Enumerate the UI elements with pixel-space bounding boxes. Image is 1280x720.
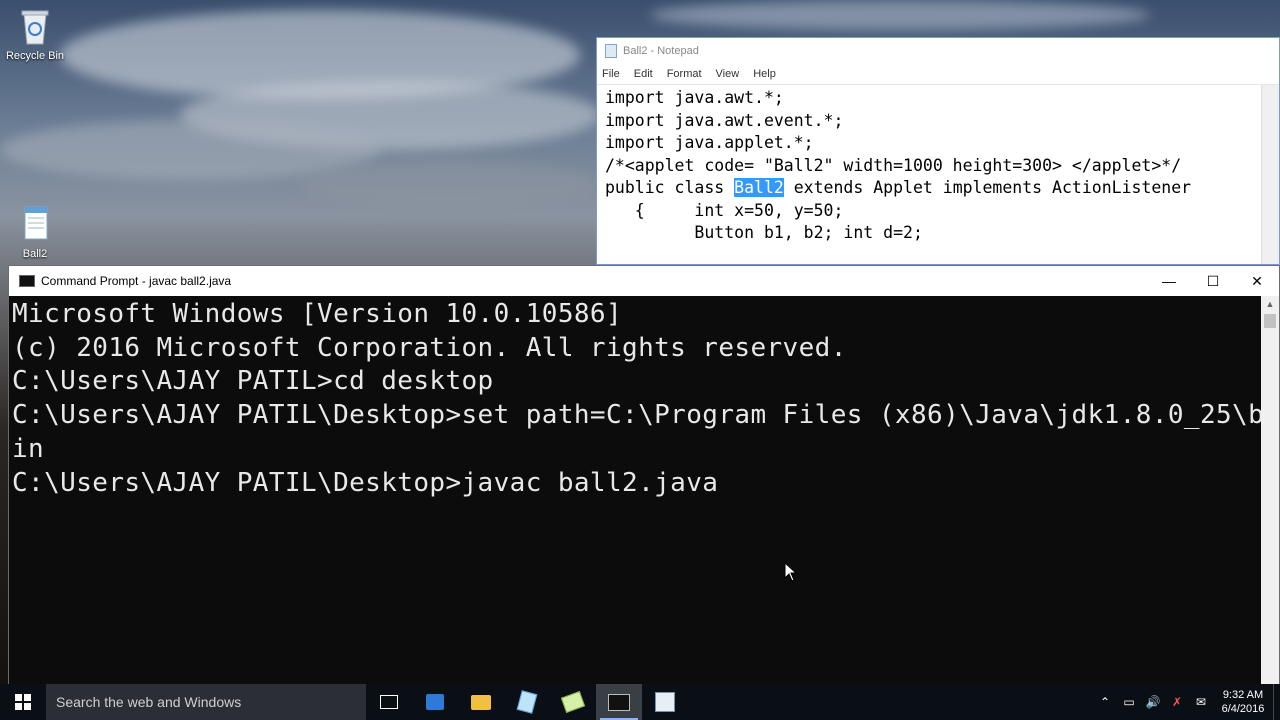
notepad-icon xyxy=(516,690,538,714)
console-line: in xyxy=(12,433,45,464)
code-line: import java.applet.*; xyxy=(605,133,814,152)
notepad-icon xyxy=(560,691,586,713)
network-icon[interactable]: ✗ xyxy=(1165,695,1189,709)
desktop-icon-label: Ball2 xyxy=(22,248,48,260)
cmd-scrollbar[interactable]: ▲ xyxy=(1261,296,1279,684)
notepad-title: Ball2 - Notepad xyxy=(623,45,699,57)
scrollbar-thumb[interactable] xyxy=(1264,314,1276,328)
code-text: public class xyxy=(605,178,735,197)
taskbar-store[interactable] xyxy=(412,684,458,720)
battery-icon[interactable]: ▭ xyxy=(1117,695,1141,709)
taskbar-file-explorer[interactable] xyxy=(458,684,504,720)
close-button[interactable]: ✕ xyxy=(1235,266,1279,296)
selected-text: Ball2 xyxy=(734,178,784,197)
notepad-text-area[interactable]: import java.awt.*; import java.awt.event.… xyxy=(597,85,1279,247)
code-line-class: public class Ball2 extends Applet implem… xyxy=(605,177,1271,200)
menu-help[interactable]: Help xyxy=(753,68,776,80)
taskbar-notepad-2[interactable] xyxy=(550,684,596,720)
console-output[interactable]: Microsoft Windows [Version 10.0.10586] (c… xyxy=(12,296,1265,684)
console-line: Microsoft Windows [Version 10.0.10586] xyxy=(12,299,623,329)
windows-logo-icon xyxy=(15,694,31,710)
notepad-file-icon xyxy=(18,204,52,244)
code-text: extends Applet implements ActionListener xyxy=(783,178,1192,197)
show-desktop-button[interactable] xyxy=(1273,684,1280,720)
task-view-button[interactable] xyxy=(366,684,412,720)
notepad-menu-bar: File Edit Format View Help xyxy=(597,64,1279,85)
notepad-scrollbar[interactable] xyxy=(1261,85,1279,264)
mouse-cursor-icon xyxy=(784,561,798,587)
window-controls: — ☐ ✕ xyxy=(1147,266,1279,296)
recycle-bin-icon xyxy=(18,6,52,46)
search-placeholder: Search the web and Windows xyxy=(56,694,242,710)
scroll-up-arrow-icon[interactable]: ▲ xyxy=(1261,296,1279,313)
cmd-title: Command Prompt - javac ball2.java xyxy=(41,274,232,288)
action-center-icon[interactable]: ✉ xyxy=(1189,695,1213,709)
system-tray: ⌃ ▭ 🔊 ✗ ✉ 9:32 AM 6/4/2016 xyxy=(1093,684,1280,720)
store-icon xyxy=(426,694,444,710)
taskbar-paint[interactable] xyxy=(642,684,688,720)
menu-view[interactable]: View xyxy=(716,68,740,80)
clock-date: 6/4/2016 xyxy=(1221,703,1265,715)
console-line: (c) 2016 Microsoft Corporation. All righ… xyxy=(12,332,847,363)
task-view-icon xyxy=(380,695,398,709)
menu-format[interactable]: Format xyxy=(667,68,702,80)
volume-icon[interactable]: 🔊 xyxy=(1141,695,1165,709)
cmd-app-icon xyxy=(19,275,35,287)
console-line: C:\Users\AJAY PATIL>cd desktop xyxy=(12,366,494,397)
clock-time: 9:32 AM xyxy=(1222,689,1264,701)
taskbar-search-box[interactable]: Search the web and Windows xyxy=(46,684,366,720)
minimize-button[interactable]: — xyxy=(1147,266,1191,296)
paint-icon xyxy=(655,692,675,712)
code-line: /*<applet code= "Ball2" width=1000 heigh… xyxy=(605,155,1182,175)
desktop-icon-recycle-bin[interactable]: Recycle Bin xyxy=(3,6,67,62)
command-prompt-window[interactable]: Command Prompt - javac ball2.java — ☐ ✕ … xyxy=(8,265,1280,685)
taskbar-clock[interactable]: 9:32 AM 6/4/2016 xyxy=(1213,688,1273,716)
menu-edit[interactable]: Edit xyxy=(634,68,653,80)
cmd-title-bar[interactable]: Command Prompt - javac ball2.java — ☐ ✕ xyxy=(9,266,1279,296)
console-line: C:\Users\AJAY PATIL\Desktop>set path=C:\… xyxy=(12,400,1265,431)
code-line: import java.awt.event.*; xyxy=(605,110,844,130)
taskbar-command-prompt[interactable] xyxy=(596,684,642,720)
taskbar: Search the web and Windows ⌃ ▭ 🔊 ✗ ✉ 9:3… xyxy=(0,684,1280,720)
notepad-window[interactable]: Ball2 - Notepad File Edit Format View He… xyxy=(596,37,1280,265)
maximize-button[interactable]: ☐ xyxy=(1191,266,1235,296)
taskbar-notepad-1[interactable] xyxy=(504,684,550,720)
command-prompt-icon xyxy=(608,693,630,711)
desktop-icon-label: Recycle Bin xyxy=(5,50,65,62)
code-line: Button b1, b2; int d=2; xyxy=(605,223,923,242)
notepad-title-bar[interactable]: Ball2 - Notepad xyxy=(597,38,1279,64)
code-line: { int x=50, y=50; xyxy=(605,200,844,220)
notepad-app-icon xyxy=(605,44,617,58)
start-button[interactable] xyxy=(0,684,46,720)
file-explorer-icon xyxy=(471,694,491,710)
show-hidden-icons-icon[interactable]: ⌃ xyxy=(1093,695,1117,709)
desktop-icon-ball2[interactable]: Ball2 xyxy=(3,204,67,260)
code-line: import java.awt.*; xyxy=(605,88,784,107)
console-line: C:\Users\AJAY PATIL\Desktop>javac ball2.… xyxy=(12,467,719,498)
menu-file[interactable]: File xyxy=(602,68,620,80)
